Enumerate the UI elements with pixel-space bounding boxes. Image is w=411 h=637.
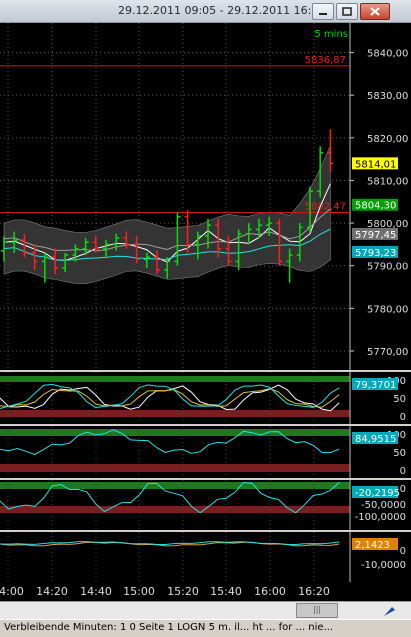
price-chart[interactable]: 5 mins 5840,005830,005820,005810,005800,… xyxy=(0,23,411,370)
time-axis-label: 15:40 xyxy=(210,585,242,598)
rsi-y-label: 0 xyxy=(400,466,406,477)
time-axis-label: 14:00 xyxy=(0,585,24,598)
williams-r-y-label: -100,0000 xyxy=(355,512,406,523)
stochastic-value: 79,3701 xyxy=(355,380,396,391)
williams-r-y-label: -50,0000 xyxy=(361,500,406,511)
scroll-grip-icon: ||| xyxy=(313,605,322,614)
y-axis-label: 5840,00 xyxy=(367,49,408,60)
status-bar: Verbleibende Minuten: 1 0 Seite 1 LOGN 5… xyxy=(0,619,411,637)
pin-icon xyxy=(384,607,395,616)
momentum-chart[interactable]: 0 -10,0000 2,1423 xyxy=(0,532,411,582)
ma-gray-tag: 5797,45 xyxy=(355,230,396,241)
williams-r-pane[interactable]: 0 -50,0000 -100,0000 -20,2195 xyxy=(0,480,411,530)
minimize-icon xyxy=(319,13,327,15)
y-axis-label: 5770,00 xyxy=(367,347,408,358)
lower-reference-label: 5802,47 xyxy=(305,202,346,213)
time-axis-label: 16:00 xyxy=(254,585,286,598)
chart-tool-button[interactable] xyxy=(372,603,406,617)
restore-button[interactable] xyxy=(336,3,358,20)
window-titlebar: 29.12.2011 09:05 - 29.12.2011 16:35 xyxy=(0,0,411,23)
time-axis-label: 14:40 xyxy=(80,585,112,598)
oversold-zone xyxy=(0,410,350,417)
rsi-pane[interactable]: 10050084,9515 xyxy=(0,426,411,478)
stochastic-pane[interactable]: 10050079,3701 xyxy=(0,372,411,424)
time-axis-label: 14:20 xyxy=(36,585,68,598)
stochastic-y-label: 50 xyxy=(393,394,406,405)
y-axis-label: 5810,00 xyxy=(367,176,408,187)
price-chart-pane[interactable]: 5 mins 5840,00 5830,00 5820,00 5810,00 5800,… xyxy=(0,23,411,370)
rsi-chart[interactable]: 10050084,9515 xyxy=(0,426,411,478)
upper-reference-label: 5836,87 xyxy=(305,55,346,66)
interval-label: 5 mins xyxy=(314,29,348,40)
scroll-thumb[interactable]: ||| xyxy=(296,603,338,618)
y-axis-label: 5820,00 xyxy=(367,134,408,145)
ma-green-tag: 5804,30 xyxy=(355,201,396,212)
ma-cyan-tag: 5793,23 xyxy=(355,248,396,259)
momentum-value: 2,1423 xyxy=(355,540,390,551)
williams-r-value: -20,2195 xyxy=(355,488,400,499)
time-axis: 14:00 14:20 14:40 15:00 15:20 15:40 16:00 16:20 xyxy=(0,582,411,601)
williams-r-y-label: 0 xyxy=(400,484,406,495)
y-axis-label: 5790,00 xyxy=(367,262,408,273)
time-axis-label: 16:20 xyxy=(298,585,330,598)
momentum-y-label: -10,0000 xyxy=(361,560,406,571)
momentum-y-label: 0 xyxy=(400,546,406,557)
williams-r-chart[interactable]: 0 -50,0000-100,0000 -20,2195 xyxy=(0,480,411,530)
rsi-value: 84,9515 xyxy=(355,434,396,445)
close-icon xyxy=(370,7,380,16)
close-button[interactable] xyxy=(360,3,390,20)
status-text: Verbleibende Minuten: 1 0 Seite 1 LOGN 5… xyxy=(4,622,334,633)
momentum-pane[interactable]: 0 -10,0000 2,1423 xyxy=(0,532,411,582)
momentum-line xyxy=(0,541,340,545)
time-axis-label: 15:20 xyxy=(167,585,199,598)
horizontal-scrollbar[interactable]: ||| xyxy=(0,601,411,619)
time-axis-labels: 14:00 14:20 14:40 15:00 15:20 15:40 16:00 16:20 xyxy=(0,585,330,598)
y-axis-label: 5780,00 xyxy=(367,304,408,315)
last-price-tag: 5814,01 xyxy=(355,159,396,170)
stochastic-y-label: 0 xyxy=(400,412,406,423)
oversold-zone xyxy=(0,506,350,513)
y-axis-label: 5830,00 xyxy=(367,91,408,102)
stochastic-line xyxy=(0,384,340,412)
minimize-button[interactable] xyxy=(312,3,334,20)
window-title: 29.12.2011 09:05 - 29.12.2011 16:35 xyxy=(118,4,326,17)
time-axis-label: 15:00 xyxy=(123,585,155,598)
stochastic-chart[interactable]: 10050079,3701 xyxy=(0,372,411,424)
restore-icon xyxy=(342,7,352,16)
rsi-y-label: 50 xyxy=(393,448,406,459)
